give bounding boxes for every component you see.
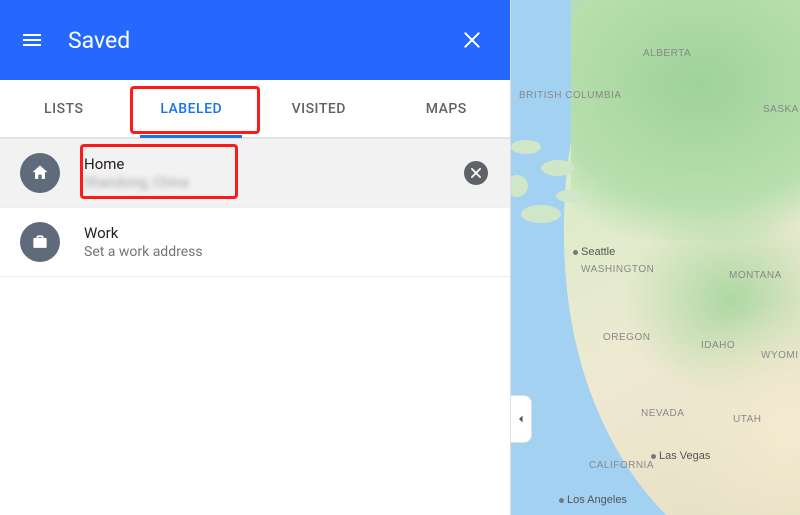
map-islands (511, 130, 631, 250)
tab-visited[interactable]: VISITED (255, 80, 383, 137)
row-subtitle: Set a work address (84, 244, 203, 260)
collapse-panel-button[interactable] (511, 395, 532, 443)
map-label: CALIFORNIA (589, 460, 654, 471)
labeled-row-work[interactable]: Work Set a work address (0, 208, 510, 277)
map-label: WASHINGTON (581, 264, 654, 275)
labeled-list: Home Shandong, China Work Set a work add… (0, 138, 510, 277)
city-label: Las Vegas (659, 450, 710, 462)
map-label: WYOMI (761, 350, 799, 361)
labeled-row-home[interactable]: Home Shandong, China (0, 138, 510, 208)
tab-labeled[interactable]: LABELED (128, 80, 256, 137)
map-canvas[interactable]: ALBERTA BRITISH COLUMBIA SASKA WASHINGTO… (511, 0, 800, 515)
row-text: Home Shandong, China (84, 155, 189, 191)
map-label: ALBERTA (643, 48, 691, 59)
work-icon (20, 222, 60, 262)
tab-lists[interactable]: LISTS (0, 80, 128, 137)
tab-label: LABELED (160, 101, 222, 117)
home-icon (20, 153, 60, 193)
tab-label: MAPS (426, 101, 467, 117)
tab-label: VISITED (292, 101, 346, 117)
city-label: Seattle (581, 246, 615, 258)
map-label: BRITISH COLUMBIA (519, 90, 621, 101)
map-city: Los Angeles (559, 494, 627, 506)
row-subtitle: Shandong, China (84, 175, 189, 191)
chevron-left-icon (515, 413, 527, 425)
row-text: Work Set a work address (84, 224, 203, 260)
saved-panel: Saved LISTS LABELED VISITED MAPS Home Sh… (0, 0, 511, 515)
map-label: NEVADA (641, 408, 684, 419)
map-label: OREGON (603, 332, 650, 343)
map-label: MONTANA (729, 270, 782, 281)
tab-label: LISTS (44, 101, 83, 117)
menu-icon[interactable] (20, 28, 44, 52)
row-title: Home (84, 155, 189, 173)
clear-icon[interactable] (464, 161, 488, 185)
map-city: Las Vegas (651, 450, 710, 462)
city-label: Los Angeles (567, 494, 627, 506)
map-city: Seattle (573, 246, 615, 258)
tab-maps[interactable]: MAPS (383, 80, 511, 137)
map-label: SASKA (763, 104, 799, 115)
map-label: UTAH (733, 414, 761, 425)
row-title: Work (84, 224, 203, 242)
close-icon[interactable] (462, 30, 482, 50)
page-title: Saved (68, 27, 130, 54)
tabs: LISTS LABELED VISITED MAPS (0, 80, 510, 138)
header: Saved (0, 0, 510, 80)
map-label: IDAHO (701, 340, 735, 351)
